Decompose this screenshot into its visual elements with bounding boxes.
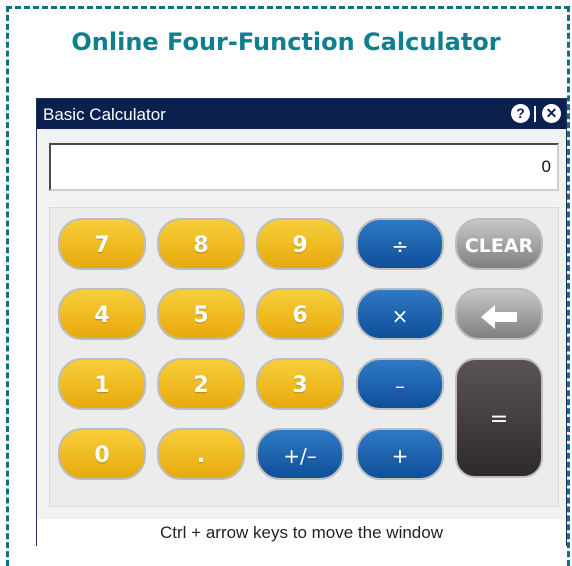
key-9[interactable]: 9 (256, 218, 344, 270)
negate-button[interactable]: +/– (256, 428, 344, 480)
close-icon[interactable]: ✕ (542, 104, 561, 123)
move-window-hint: Ctrl + arrow keys to move the window (37, 519, 566, 547)
left-arrow-icon (481, 304, 517, 329)
key-7[interactable]: 7 (58, 218, 146, 270)
window-titlebar[interactable]: Basic Calculator ? ✕ (37, 99, 566, 129)
key-8[interactable]: 8 (157, 218, 245, 270)
minus-button[interactable]: – (356, 358, 444, 410)
help-icon[interactable]: ? (511, 104, 530, 123)
key-1[interactable]: 1 (58, 358, 146, 410)
titlebar-divider (534, 106, 536, 122)
key-2[interactable]: 2 (157, 358, 245, 410)
divide-button[interactable]: ÷ (356, 218, 444, 270)
calculator-display[interactable]: 0 (49, 143, 559, 191)
equals-button[interactable]: = (455, 358, 543, 478)
window-title: Basic Calculator (43, 105, 166, 124)
backspace-button[interactable] (455, 288, 543, 340)
calculator-window: Basic Calculator ? ✕ 0 7 8 9 ÷ CLEAR 4 5… (36, 98, 567, 547)
key-4[interactable]: 4 (58, 288, 146, 340)
page-title: Online Four-Function Calculator (71, 28, 501, 56)
keypad: 7 8 9 ÷ CLEAR 4 5 6 × 1 2 3 – = 0 . +/– … (49, 207, 559, 507)
key-6[interactable]: 6 (256, 288, 344, 340)
key-3[interactable]: 3 (256, 358, 344, 410)
multiply-button[interactable]: × (356, 288, 444, 340)
decimal-button[interactable]: . (157, 428, 245, 480)
clear-button[interactable]: CLEAR (455, 218, 543, 270)
key-0[interactable]: 0 (58, 428, 146, 480)
key-5[interactable]: 5 (157, 288, 245, 340)
plus-button[interactable]: + (356, 428, 444, 480)
